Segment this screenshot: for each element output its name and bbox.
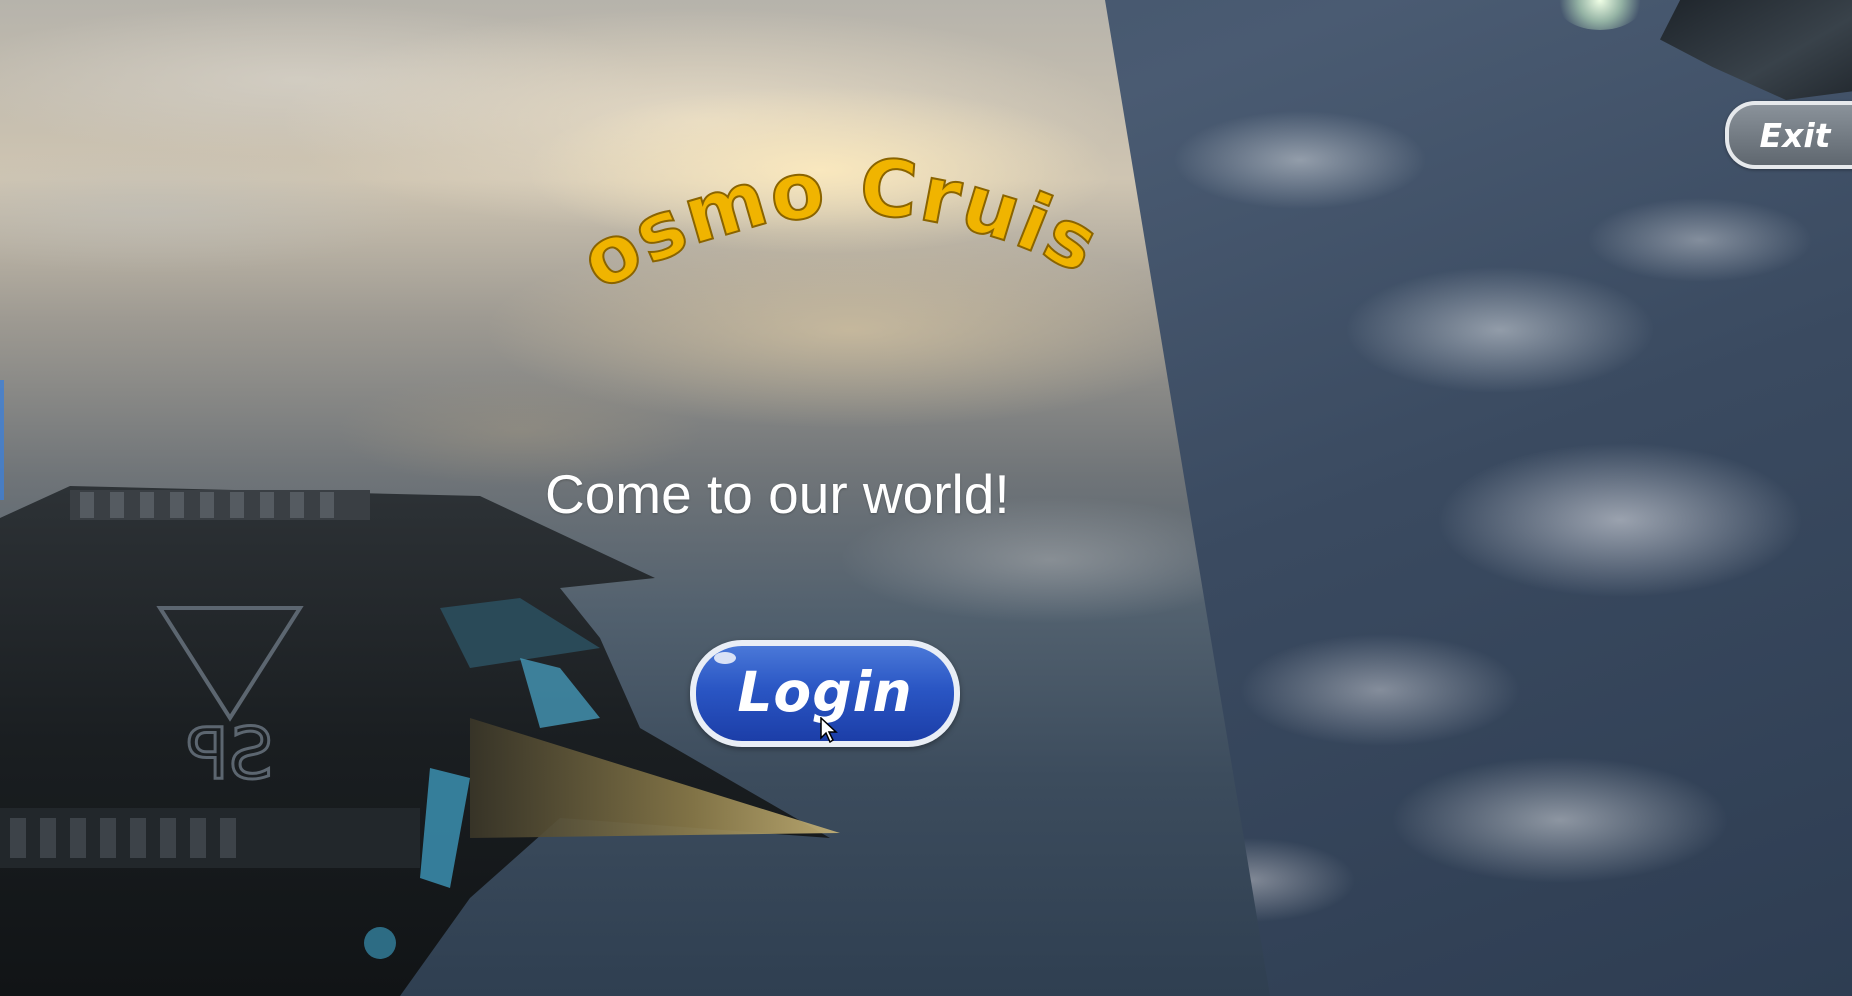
- ship-emblem: SP: [187, 713, 274, 795]
- exit-button-label: Exit: [1759, 115, 1831, 155]
- game-menu-scene: Cosmo Cruise Come to our world!: [0, 0, 1852, 996]
- game-title-logo: Cosmo Cruise: [529, 23, 1112, 309]
- exit-button[interactable]: Exit: [1725, 101, 1852, 169]
- login-button-label: Login: [737, 659, 913, 724]
- arrow-cursor-icon: [820, 717, 838, 743]
